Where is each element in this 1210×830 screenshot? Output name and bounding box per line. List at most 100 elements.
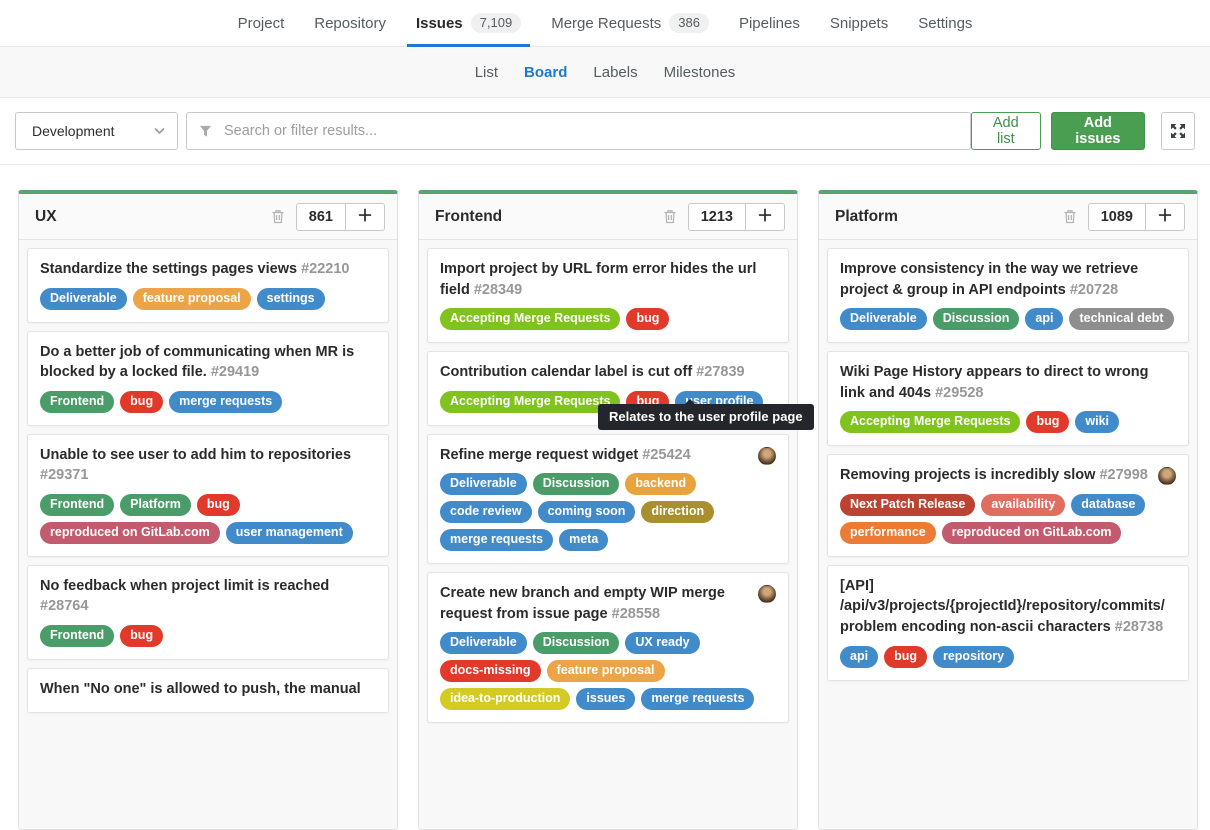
label-chip-settings[interactable]: settings [257,288,325,310]
delete-list-button[interactable] [1063,209,1077,224]
label-chip-bug[interactable]: bug [197,494,240,516]
subnav-item-labels[interactable]: Labels [580,64,650,81]
assignee-avatar[interactable] [758,585,776,603]
label-chip-bug[interactable]: bug [884,646,927,668]
label-chip-database[interactable]: database [1071,494,1145,516]
issue-count: 1213 [689,204,745,230]
card-title-row: Standardize the settings pages views #22… [40,259,376,280]
nav-item-settings[interactable]: Settings [903,0,987,46]
card-title-row: Wiki Page History appears to direct to w… [840,362,1176,403]
issue-card[interactable]: Wiki Page History appears to direct to w… [827,351,1189,446]
issue-card[interactable]: Standardize the settings pages views #22… [27,248,389,323]
label-chip-frontend[interactable]: Frontend [40,391,114,413]
add-issues-button[interactable]: Add issues [1051,112,1145,150]
subnav-item-board[interactable]: Board [511,64,580,81]
label-chip-discussion[interactable]: Discussion [533,632,620,654]
label-chip-issues[interactable]: issues [576,688,635,710]
card-title-row: Removing projects is incredibly slow #27… [840,465,1176,486]
label-chip-merge-requests[interactable]: merge requests [641,688,754,710]
label-chip-deliverable[interactable]: Deliverable [40,288,127,310]
add-list-button[interactable]: Add list [971,112,1041,150]
issue-card[interactable]: Do a better job of communicating when MR… [27,331,389,426]
label-chip-merge-requests[interactable]: merge requests [169,391,282,413]
label-chip-performance[interactable]: performance [840,522,936,544]
issue-title: Wiki Page History appears to direct to w… [840,362,1176,403]
issue-card[interactable]: Removing projects is incredibly slow #27… [827,454,1189,557]
add-issue-to-list-button[interactable]: ＋ [1145,204,1184,230]
board-select-dropdown[interactable]: Development [15,112,178,150]
add-issue-to-list-button[interactable]: ＋ [745,204,784,230]
nav-item-label: Merge Requests [551,15,661,32]
label-chip-idea-to-production[interactable]: idea-to-production [440,688,570,710]
issue-card[interactable]: Create new branch and empty WIP merge re… [427,572,789,723]
label-chip-platform[interactable]: Platform [120,494,191,516]
issues-sub-nav: ListBoardLabelsMilestones [0,47,1210,98]
label-chip-deliverable[interactable]: Deliverable [440,632,527,654]
label-chip-discussion[interactable]: Discussion [533,473,620,495]
assignee-avatar[interactable] [758,447,776,465]
assignee-avatar[interactable] [1158,467,1176,485]
label-chip-reproduced-on-gitlab-com[interactable]: reproduced on GitLab.com [40,522,220,544]
search-input[interactable] [222,122,958,140]
issue-card[interactable]: Refine merge request widget #25424 Delive… [427,434,789,565]
nav-item-snippets[interactable]: Snippets [815,0,903,46]
issue-title: Refine merge request widget #25424 [440,445,750,466]
nav-item-issues[interactable]: Issues7,109 [401,0,536,46]
nav-count-badge: 7,109 [471,13,522,34]
label-chip-feature-proposal[interactable]: feature proposal [547,660,665,682]
fullscreen-button[interactable] [1161,112,1195,150]
label-chip-deliverable[interactable]: Deliverable [440,473,527,495]
issue-card[interactable]: Unable to see user to add him to reposit… [27,434,389,557]
issue-card[interactable]: When "No one" is allowed to push, the ma… [27,668,389,713]
label-chip-bug[interactable]: bug [120,625,163,647]
board-column-frontend: Frontend1213＋Import project by URL form … [418,190,798,830]
issue-number: #22210 [301,261,349,277]
nav-item-merge-requests[interactable]: Merge Requests386 [536,0,724,46]
label-chip-frontend[interactable]: Frontend [40,494,114,516]
issue-card[interactable]: Improve consistency in the way we retrie… [827,248,1189,343]
issue-card[interactable]: Import project by URL form error hides t… [427,248,789,343]
label-chip-merge-requests[interactable]: merge requests [440,529,553,551]
label-chip-code-review[interactable]: code review [440,501,532,523]
label-row: Deliverable feature proposal settings [40,288,376,310]
chevron-down-icon [154,127,165,135]
label-chip-accepting-merge-requests[interactable]: Accepting Merge Requests [440,308,620,330]
label-chip-availability[interactable]: availability [981,494,1065,516]
label-chip-docs-missing[interactable]: docs-missing [440,660,541,682]
nav-item-project[interactable]: Project [223,0,300,46]
label-chip-deliverable[interactable]: Deliverable [840,308,927,330]
subnav-item-list[interactable]: List [462,64,511,81]
nav-item-repository[interactable]: Repository [299,0,401,46]
delete-list-button[interactable] [271,209,285,224]
label-chip-ux-ready[interactable]: UX ready [625,632,699,654]
issue-card[interactable]: No feedback when project limit is reache… [27,565,389,660]
label-chip-api[interactable]: api [1025,308,1063,330]
add-issue-to-list-button[interactable]: ＋ [345,204,384,230]
funnel-icon [199,125,212,138]
label-chip-backend[interactable]: backend [625,473,696,495]
label-chip-frontend[interactable]: Frontend [40,625,114,647]
label-chip-wiki[interactable]: wiki [1075,411,1119,433]
label-chip-technical-debt[interactable]: technical debt [1069,308,1173,330]
label-chip-direction[interactable]: direction [641,501,714,523]
label-chip-user-management[interactable]: user management [226,522,353,544]
label-chip-api[interactable]: api [840,646,878,668]
label-chip-meta[interactable]: meta [559,529,608,551]
delete-list-button[interactable] [663,209,677,224]
label-chip-next-patch-release[interactable]: Next Patch Release [840,494,975,516]
label-chip-discussion[interactable]: Discussion [933,308,1020,330]
label-chip-repository[interactable]: repository [933,646,1014,668]
label-chip-bug[interactable]: bug [1026,411,1069,433]
issue-card[interactable]: [API] /api/v3/projects/{projectId}/repos… [827,565,1189,681]
search-filter-box[interactable] [186,112,971,150]
label-chip-accepting-merge-requests[interactable]: Accepting Merge Requests [440,391,620,413]
label-chip-coming-soon[interactable]: coming soon [538,501,636,523]
label-chip-bug[interactable]: bug [626,308,669,330]
label-chip-accepting-merge-requests[interactable]: Accepting Merge Requests [840,411,1020,433]
label-chip-feature-proposal[interactable]: feature proposal [133,288,251,310]
subnav-item-milestones[interactable]: Milestones [651,64,749,81]
label-tooltip: Relates to the user profile page [598,404,814,430]
nav-item-pipelines[interactable]: Pipelines [724,0,815,46]
label-chip-bug[interactable]: bug [120,391,163,413]
label-chip-reproduced-on-gitlab-com[interactable]: reproduced on GitLab.com [942,522,1122,544]
